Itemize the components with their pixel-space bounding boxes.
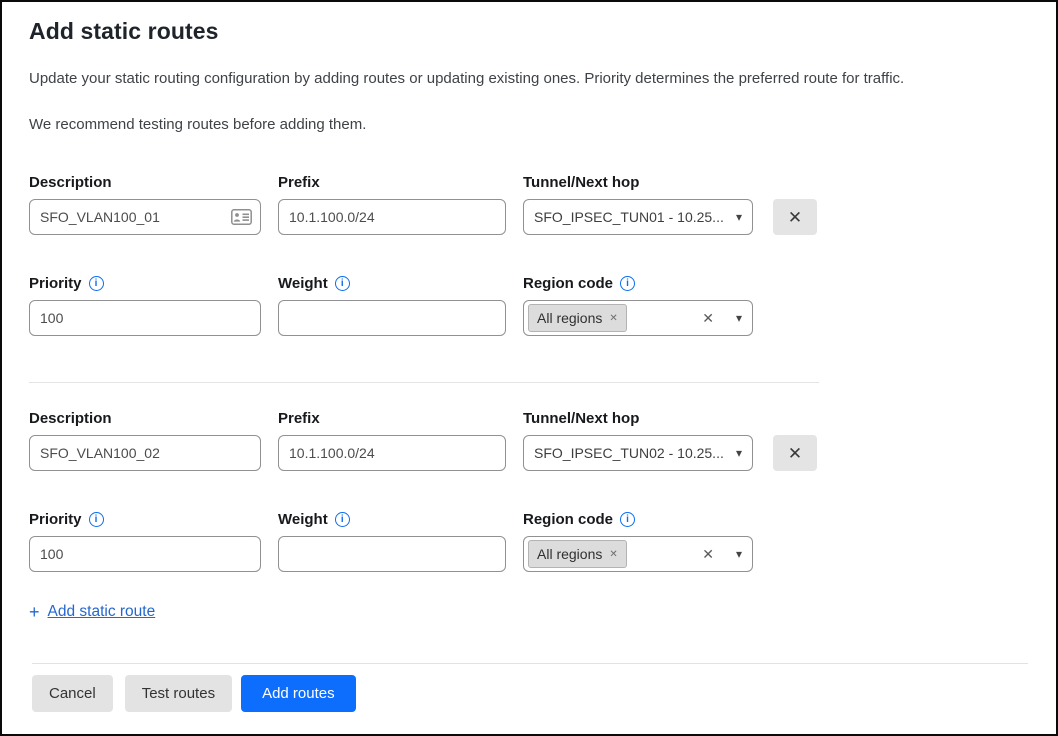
- priority-label: Priority: [29, 511, 82, 528]
- priority-input[interactable]: [29, 300, 261, 336]
- weight-input[interactable]: [278, 536, 506, 572]
- description-input[interactable]: [29, 199, 261, 235]
- info-icon[interactable]: i: [335, 276, 350, 291]
- priority-field-group: Priority i: [29, 275, 261, 336]
- tunnel-select[interactable]: SFO_IPSEC_TUN01 - 10.25... ▾: [523, 199, 753, 235]
- tunnel-label: Tunnel/Next hop: [523, 410, 639, 427]
- recommendation-text: We recommend testing routes before addin…: [29, 116, 1028, 133]
- remove-route-button[interactable]: ✕: [773, 199, 817, 235]
- tunnel-select[interactable]: SFO_IPSEC_TUN02 - 10.25... ▾: [523, 435, 753, 471]
- routes-form: Description: [29, 174, 1028, 621]
- description-label: Description: [29, 410, 112, 427]
- prefix-label: Prefix: [278, 174, 320, 191]
- cancel-button[interactable]: Cancel: [32, 675, 113, 712]
- add-static-route-link[interactable]: Add static route: [48, 603, 156, 621]
- add-routes-button[interactable]: Add routes: [241, 675, 356, 712]
- tunnel-selected-value: SFO_IPSEC_TUN02 - 10.25...: [534, 445, 728, 461]
- prefix-input[interactable]: [278, 199, 506, 235]
- region-field-group: Region code i All regions ✕ ✕ ▾: [523, 275, 753, 336]
- dialog-footer: Cancel Test routes Add routes: [29, 663, 1028, 712]
- page-title: Add static routes: [29, 18, 1028, 45]
- route-section-2: Description Prefix Tunne: [29, 410, 1028, 572]
- info-icon[interactable]: i: [89, 276, 104, 291]
- priority-label: Priority: [29, 275, 82, 292]
- region-tag-label: All regions: [537, 546, 602, 562]
- region-code-label: Region code: [523, 275, 613, 292]
- description-field-group: Description: [29, 174, 261, 235]
- tunnel-field-group: Tunnel/Next hop SFO_IPSEC_TUN01 - 10.25.…: [523, 174, 753, 235]
- prefix-field-group: Prefix: [278, 410, 506, 471]
- chevron-down-icon: ▾: [736, 446, 742, 460]
- region-tag: All regions ✕: [528, 540, 627, 568]
- footer-divider: [32, 663, 1028, 664]
- region-tag-label: All regions: [537, 310, 602, 326]
- weight-field-group: Weight i: [278, 275, 506, 336]
- route-section-1: Description: [29, 174, 1028, 336]
- intro-text: Update your static routing configuration…: [29, 70, 1028, 87]
- test-routes-button[interactable]: Test routes: [125, 675, 232, 712]
- weight-label: Weight: [278, 275, 328, 292]
- add-static-routes-dialog: Add static routes Update your static rou…: [0, 0, 1058, 736]
- tunnel-label: Tunnel/Next hop: [523, 174, 639, 191]
- info-icon[interactable]: i: [335, 512, 350, 527]
- description-label: Description: [29, 174, 112, 191]
- remove-tag-icon[interactable]: ✕: [609, 313, 617, 324]
- region-code-label: Region code: [523, 511, 613, 528]
- remove-route-button[interactable]: ✕: [773, 435, 817, 471]
- chevron-down-icon: ▾: [736, 311, 742, 325]
- region-select[interactable]: All regions ✕ ✕ ▾: [523, 300, 753, 336]
- tunnel-selected-value: SFO_IPSEC_TUN01 - 10.25...: [534, 209, 728, 225]
- region-select[interactable]: All regions ✕ ✕ ▾: [523, 536, 753, 572]
- clear-selection-icon[interactable]: ✕: [702, 546, 714, 563]
- region-tag: All regions ✕: [528, 304, 627, 332]
- info-icon[interactable]: i: [89, 512, 104, 527]
- remove-tag-icon[interactable]: ✕: [609, 549, 617, 560]
- priority-input[interactable]: [29, 536, 261, 572]
- description-field-group: Description: [29, 410, 261, 471]
- clear-selection-icon[interactable]: ✕: [702, 310, 714, 327]
- prefix-field-group: Prefix: [278, 174, 506, 235]
- description-input[interactable]: [29, 435, 261, 471]
- chevron-down-icon: ▾: [736, 210, 742, 224]
- info-icon[interactable]: i: [620, 512, 635, 527]
- chevron-down-icon: ▾: [736, 547, 742, 561]
- tunnel-field-group: Tunnel/Next hop SFO_IPSEC_TUN02 - 10.25.…: [523, 410, 753, 471]
- weight-field-group: Weight i: [278, 511, 506, 572]
- priority-field-group: Priority i: [29, 511, 261, 572]
- weight-input[interactable]: [278, 300, 506, 336]
- plus-icon: +: [29, 603, 40, 621]
- add-static-route-row: + Add static route: [29, 603, 1028, 621]
- prefix-input[interactable]: [278, 435, 506, 471]
- prefix-label: Prefix: [278, 410, 320, 427]
- region-field-group: Region code i All regions ✕ ✕ ▾: [523, 511, 753, 572]
- weight-label: Weight: [278, 511, 328, 528]
- section-divider: [29, 382, 819, 383]
- info-icon[interactable]: i: [620, 276, 635, 291]
